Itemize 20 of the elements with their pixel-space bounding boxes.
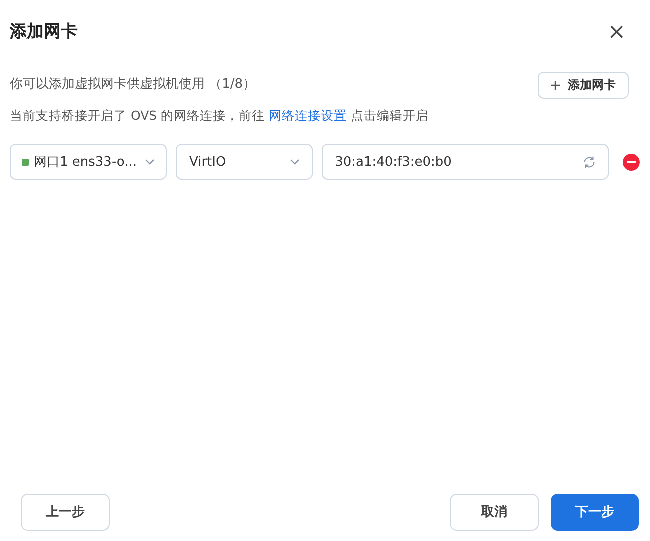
remove-icon[interactable] [623,154,640,171]
cancel-button[interactable]: 取消 [450,494,539,531]
close-button[interactable]: × [608,22,626,44]
chevron-down-icon [145,159,156,166]
plus-icon [551,80,560,90]
add-nic-button[interactable]: 添加网卡 [538,72,629,98]
next-button[interactable]: 下一步 [551,494,639,531]
ovs-note: 当前支持桥接开启了 OVS 的网络连接，前往 网络连接设置 点击编辑开启 [9,106,430,124]
mac-value: 30:a1:40:f3:e0:b0 [335,154,452,172]
port-value: 网口1 ens33-o... [34,154,138,172]
back-button[interactable]: 上一步 [21,494,110,531]
info-text: 你可以添加虚拟网卡供虚拟机使用 （1/8） [10,76,256,94]
mac-field[interactable]: 30:a1:40:f3:e0:b0 [322,144,610,180]
port-select[interactable]: 网口1 ens33-o... [10,144,168,180]
model-select[interactable]: VirtIO [176,144,314,180]
model-value: VirtIO [189,154,226,172]
refresh-icon[interactable] [583,156,596,169]
chevron-down-icon [290,159,300,166]
network-settings-link[interactable]: 网络连接设置 [269,108,348,122]
dialog-title: 添加网卡 [10,21,78,44]
